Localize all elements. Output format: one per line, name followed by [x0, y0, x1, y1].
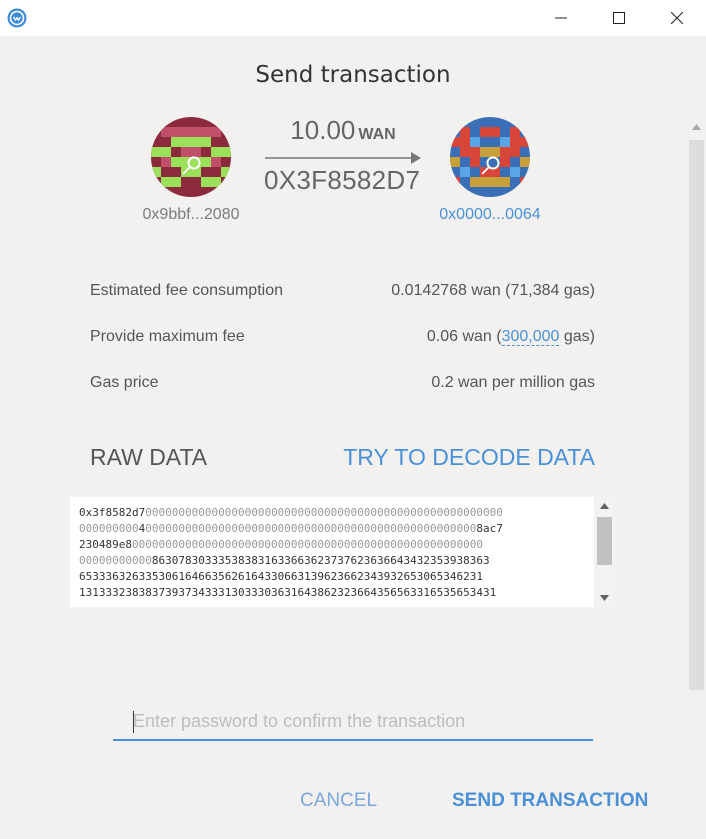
max-gas-editable[interactable]: 300,000	[501, 328, 560, 346]
decode-data-link[interactable]: TRY TO DECODE DATA	[343, 444, 595, 471]
page-scrollbar[interactable]	[687, 120, 706, 690]
wanchain-wallet-icon	[7, 8, 27, 28]
minimize-icon	[555, 17, 567, 19]
raw-line: 0000000004000000000000000000000000000000…	[79, 522, 503, 535]
raw-data-scrollbar[interactable]	[595, 497, 614, 607]
title-bar	[0, 0, 706, 36]
to-address[interactable]: 0x0000...0064	[400, 206, 580, 224]
close-icon	[671, 12, 683, 24]
raw-line: 1313332383837393734333130333036316438623…	[79, 586, 497, 599]
minimize-button[interactable]	[532, 0, 590, 36]
raw-line: 230489e800000000000000000000000000000000…	[79, 538, 483, 551]
amount-value: 10.00	[290, 115, 356, 145]
max-fee-suffix: gas)	[559, 328, 595, 345]
scroll-up-icon[interactable]	[692, 124, 701, 130]
from-address: 0x9bbf...2080	[142, 206, 240, 223]
gas-price-value: 0.2 wan per million gas	[431, 374, 595, 391]
password-input[interactable]	[113, 703, 593, 741]
dialog-title: Send transaction	[255, 62, 451, 88]
send-transaction-button[interactable]: SEND TRANSACTION	[452, 790, 648, 812]
text-caret	[133, 711, 134, 733]
max-fee-label: Provide maximum fee	[90, 328, 245, 345]
max-fee-value: 0.06 wan (300,000 gas)	[427, 328, 595, 346]
scroll-up-icon[interactable]	[600, 503, 609, 509]
amount: 10.00 WAN	[266, 115, 420, 146]
raw-data-box[interactable]: 0x3f8582d7000000000000000000000000000000…	[70, 497, 594, 607]
estimated-fee-value: 0.0142768 wan (71,384 gas)	[391, 282, 595, 299]
raw-line: 0000000000086307830333538383163366362373…	[79, 554, 490, 567]
scroll-down-icon[interactable]	[600, 595, 609, 601]
arrow-right-icon	[265, 152, 421, 164]
to-identicon-icon	[450, 117, 530, 197]
gas-price-label: Gas price	[90, 374, 159, 391]
estimated-fee-label: Estimated fee consumption	[90, 282, 283, 299]
from-identicon-icon	[151, 117, 231, 197]
raw-data-label: RAW DATA	[90, 444, 208, 470]
cancel-button[interactable]: CANCEL	[300, 790, 377, 812]
close-button[interactable]	[648, 0, 706, 36]
raw-data-scroll-thumb[interactable]	[597, 517, 612, 565]
maximize-icon	[613, 12, 625, 24]
raw-line: 6533363263353061646635626164330663139623…	[79, 570, 483, 583]
maximize-button[interactable]	[590, 0, 648, 36]
page-scroll-thumb[interactable]	[689, 140, 704, 690]
raw-data-text: 0x3f8582d7000000000000000000000000000000…	[79, 505, 584, 601]
raw-line: 0x3f8582d7000000000000000000000000000000…	[79, 506, 503, 519]
destination-address: 0X3F8582D7	[264, 165, 421, 195]
amount-unit: WAN	[358, 126, 396, 143]
max-fee-prefix: 0.06 wan (	[426, 328, 502, 345]
